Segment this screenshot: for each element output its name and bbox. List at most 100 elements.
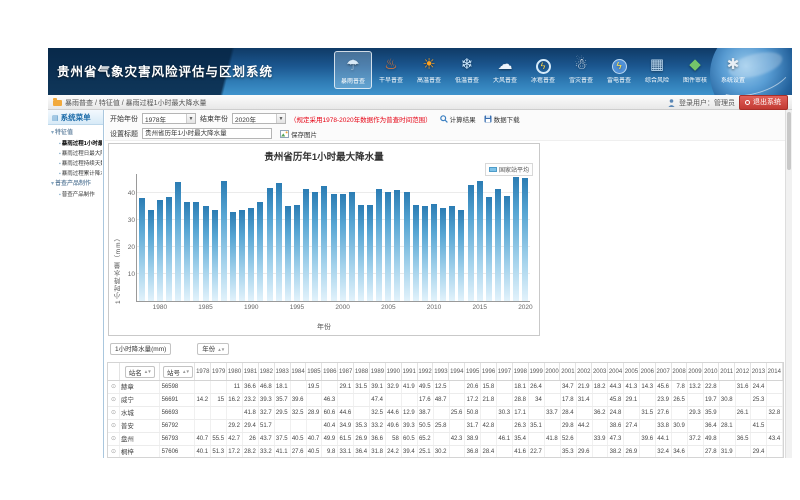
header-year-2011[interactable]: 2011 xyxy=(719,363,735,380)
header-year-1984[interactable]: 1984 xyxy=(291,363,307,380)
header-year-1997[interactable]: 1997 xyxy=(497,363,513,380)
sidebar-group-2[interactable]: ▾普查产品制作 xyxy=(51,179,102,190)
measure-chip[interactable]: 1小时降水量(mm) xyxy=(110,343,171,355)
header-year-1979[interactable]: 1979 xyxy=(211,363,227,380)
table-row-普安[interactable]: ⊙普安5679229.229.451.740.434.935.333.249.6… xyxy=(108,420,783,433)
nav-item-7[interactable]: ☃雪灾普查 xyxy=(562,51,600,89)
table-row-赫章[interactable]: ⊙赫章565981136.646.818.119.529.131.539.132… xyxy=(108,381,783,394)
header-year-2008[interactable]: 2008 xyxy=(672,363,688,380)
header-year-1994[interactable]: 1994 xyxy=(449,363,465,380)
breadcrumb-bar: 暴雨普查 / 特征值 / 暴雨过程1小时最大降水量 登录用户：管理员 退出系统 xyxy=(48,95,792,110)
nav-item-11[interactable]: ✱系统设置 xyxy=(714,51,752,89)
header-year-1980[interactable]: 1980 xyxy=(227,363,243,380)
header-year-1998[interactable]: 1998 xyxy=(513,363,529,380)
scrollbar-thumb[interactable] xyxy=(787,112,791,170)
bar-2008 xyxy=(413,205,419,301)
precipitation-chart: 贵州省历年1小时最大降水量 国家站平均 1小时降水量（mm） 102030401… xyxy=(108,143,540,336)
nav-item-8[interactable]: ϟ雷电普查 xyxy=(600,51,638,89)
nav-item-10[interactable]: ◆图件审核 xyxy=(676,51,714,89)
table-row-水城[interactable]: ⊙水城5669341.832.729.532.528.960.644.632.5… xyxy=(108,407,783,420)
row-expand-icon[interactable]: ⊙ xyxy=(108,446,120,458)
value-56792-1998: 26.3 xyxy=(513,420,529,432)
cold-icon: ❄ xyxy=(448,53,486,77)
header-year-2001[interactable]: 2001 xyxy=(560,363,576,380)
header-year-1985[interactable]: 1985 xyxy=(306,363,322,380)
value-57606-1991: 39.4 xyxy=(402,446,418,458)
nav-item-9[interactable]: ▦综合风险 xyxy=(638,51,676,89)
header-year-1992[interactable]: 1992 xyxy=(418,363,434,380)
header-year-1978[interactable]: 1978 xyxy=(195,363,211,380)
value-56693-2006: 31.5 xyxy=(640,407,656,419)
table-row-盘州[interactable]: ⊙盘州5679340.755.542.72643.737.540.540.749… xyxy=(108,433,783,446)
header-year-2013[interactable]: 2013 xyxy=(751,363,767,380)
header-year-2002[interactable]: 2002 xyxy=(576,363,592,380)
sidebar-item-1-3[interactable]: ▪暴雨过程持续天数 xyxy=(51,159,102,169)
station-id: 56691 xyxy=(160,394,196,406)
value-56598-1996: 15.8 xyxy=(481,381,497,393)
logout-button[interactable]: 退出系统 xyxy=(739,95,788,110)
header-station-name[interactable]: 站名▲▼ xyxy=(120,363,160,380)
sidebar-item-1-4[interactable]: ▪暴雨过程累计降水量 xyxy=(51,169,102,179)
header-year-2012[interactable]: 2012 xyxy=(735,363,751,380)
header-year-2005[interactable]: 2005 xyxy=(624,363,640,380)
header-year-2003[interactable]: 2003 xyxy=(592,363,608,380)
row-expand-icon[interactable]: ⊙ xyxy=(108,381,120,393)
header-station-id[interactable]: 站号▲▼ xyxy=(160,363,196,380)
header-year-1987[interactable]: 1987 xyxy=(338,363,354,380)
breadcrumb-folder-icon xyxy=(53,100,62,106)
header-year-2007[interactable]: 2007 xyxy=(656,363,672,380)
end-year-select[interactable]: 2020年▼ xyxy=(232,113,286,124)
header-year-1981[interactable]: 1981 xyxy=(243,363,259,380)
header-year-2014[interactable]: 2014 xyxy=(767,363,783,380)
header-year-1989[interactable]: 1989 xyxy=(370,363,386,380)
header-year-2004[interactable]: 2004 xyxy=(608,363,624,380)
data-download-button[interactable]: 数据下载 xyxy=(484,114,520,124)
header-year-1988[interactable]: 1988 xyxy=(354,363,370,380)
nav-item-5[interactable]: ☁大风普查 xyxy=(486,51,524,89)
nav-item-2[interactable]: ♨干旱普查 xyxy=(372,51,410,89)
value-56691-2001: 17.8 xyxy=(561,394,577,406)
header-year-2010[interactable]: 2010 xyxy=(703,363,719,380)
nav-item-4[interactable]: ❄低温普查 xyxy=(448,51,486,89)
value-56691-2008: 26.5 xyxy=(672,394,688,406)
header-year-1999[interactable]: 1999 xyxy=(529,363,545,380)
header-year-2009[interactable]: 2009 xyxy=(687,363,703,380)
header-year-1993[interactable]: 1993 xyxy=(433,363,449,380)
row-expand-icon[interactable]: ⊙ xyxy=(108,433,120,445)
value-56793-2012: 36.5 xyxy=(736,433,752,445)
calc-result-button[interactable]: 计算结果 xyxy=(440,114,476,124)
bar-2005 xyxy=(385,192,391,301)
header-year-2000[interactable]: 2000 xyxy=(545,363,561,380)
value-57606-1989: 31.8 xyxy=(370,446,386,458)
value-56793-2007: 44.1 xyxy=(656,433,672,445)
x-tick-1990: 1990 xyxy=(244,304,258,311)
header-year-1995[interactable]: 1995 xyxy=(465,363,481,380)
value-57606-2013: 29.4 xyxy=(751,446,767,458)
start-year-select[interactable]: 1978年▼ xyxy=(142,113,196,124)
vertical-scrollbar[interactable] xyxy=(785,110,792,458)
value-56793-1988: 26.9 xyxy=(354,433,370,445)
row-expand-icon[interactable]: ⊙ xyxy=(108,407,120,419)
nav-item-label: 系统设置 xyxy=(714,77,752,87)
sidebar-group-1[interactable]: ▾特征值 xyxy=(51,128,102,139)
sidebar-item-1-2[interactable]: ▪暴雨过程日最大降水量 xyxy=(51,149,102,159)
header-year-1996[interactable]: 1996 xyxy=(481,363,497,380)
sidebar-item-1-1[interactable]: ▪暴雨过程1小时最大降水量 xyxy=(51,139,102,149)
save-image-button[interactable]: 保存图片 xyxy=(280,129,317,139)
header-year-1990[interactable]: 1990 xyxy=(386,363,402,380)
chart-title-input[interactable]: 贵州省历年1小时最大降水量 xyxy=(142,128,272,139)
header-year-1986[interactable]: 1986 xyxy=(322,363,338,380)
table-row-威宁[interactable]: ⊙威宁5669114.21516.223.239.335.739.646.347… xyxy=(108,394,783,407)
table-row-桐梓[interactable]: ⊙桐梓5760640.151.317.228.233.241.127.640.5… xyxy=(108,446,783,458)
header-year-1991[interactable]: 1991 xyxy=(402,363,418,380)
sidebar-item-2-1[interactable]: ▪普查产品制作 xyxy=(51,190,102,200)
header-year-1983[interactable]: 1983 xyxy=(275,363,291,380)
row-expand-icon[interactable]: ⊙ xyxy=(108,420,120,432)
column-field-chip[interactable]: 年份▲▼ xyxy=(197,343,229,355)
nav-item-3[interactable]: ☀高温普查 xyxy=(410,51,448,89)
nav-item-1[interactable]: ☂暴雨普查 xyxy=(334,51,372,89)
nav-item-6[interactable]: ϟ冰雹普查 xyxy=(524,51,562,89)
header-year-1982[interactable]: 1982 xyxy=(259,363,275,380)
row-expand-icon[interactable]: ⊙ xyxy=(108,394,120,406)
header-year-2006[interactable]: 2006 xyxy=(640,363,656,380)
